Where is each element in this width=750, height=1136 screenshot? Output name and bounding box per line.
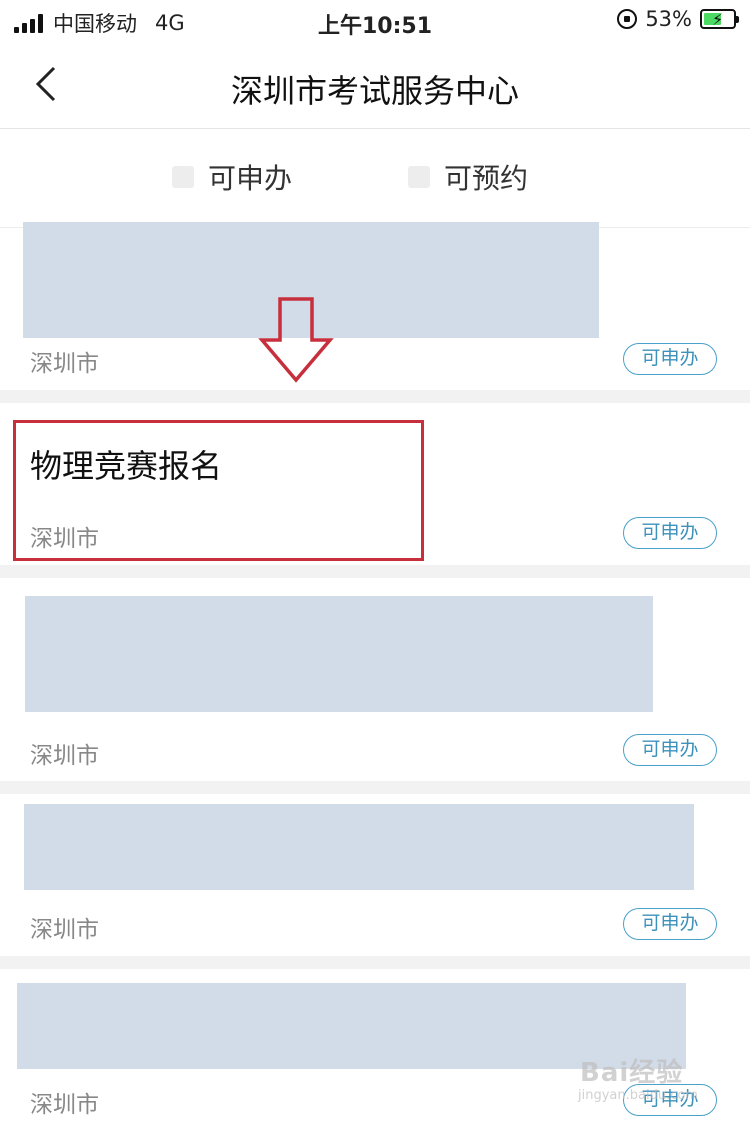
- status-badge: 可申办: [623, 734, 717, 766]
- list-item[interactable]: 深圳市 可申办: [0, 222, 750, 390]
- nav-bar: 深圳市考试服务中心: [0, 42, 750, 129]
- list-item[interactable]: 深圳市 可申办: [0, 578, 750, 781]
- list-item[interactable]: 深圳市 可申办: [0, 794, 750, 956]
- checkbox[interactable]: [408, 166, 430, 188]
- battery-icon: ⚡: [700, 9, 739, 29]
- city-label: 深圳市: [30, 917, 99, 943]
- redacted-title: [24, 804, 694, 890]
- page-title: 深圳市考试服务中心: [230, 72, 519, 110]
- city-label: 深圳市: [30, 743, 99, 769]
- filter-bar: 可申办 可预约: [0, 129, 750, 228]
- status-right: 53% ⚡: [617, 7, 739, 31]
- filter-label: 可申办: [208, 162, 293, 195]
- status-bar: 中国移动 4G 上午10:51 53% ⚡: [0, 0, 750, 42]
- watermark-url: jingyan.baidu.com: [578, 1088, 698, 1103]
- watermark-logo: Bai经验: [580, 1058, 684, 1088]
- status-badge: 可申办: [623, 908, 717, 940]
- filter-can-apply[interactable]: 可申办: [172, 157, 292, 197]
- orientation-lock-icon: [617, 9, 638, 29]
- redacted-title: [25, 596, 653, 712]
- down-arrow-icon: [258, 297, 334, 383]
- filter-label: 可预约: [444, 162, 529, 195]
- battery-percent: 53%: [645, 7, 692, 31]
- checkbox[interactable]: [172, 166, 194, 188]
- city-label: 深圳市: [30, 1092, 99, 1118]
- status-badge: 可申办: [623, 517, 717, 549]
- city-label: 深圳市: [30, 351, 99, 377]
- highlight-box: [13, 420, 424, 561]
- filter-can-book[interactable]: 可预约: [408, 157, 528, 197]
- status-badge: 可申办: [623, 343, 717, 375]
